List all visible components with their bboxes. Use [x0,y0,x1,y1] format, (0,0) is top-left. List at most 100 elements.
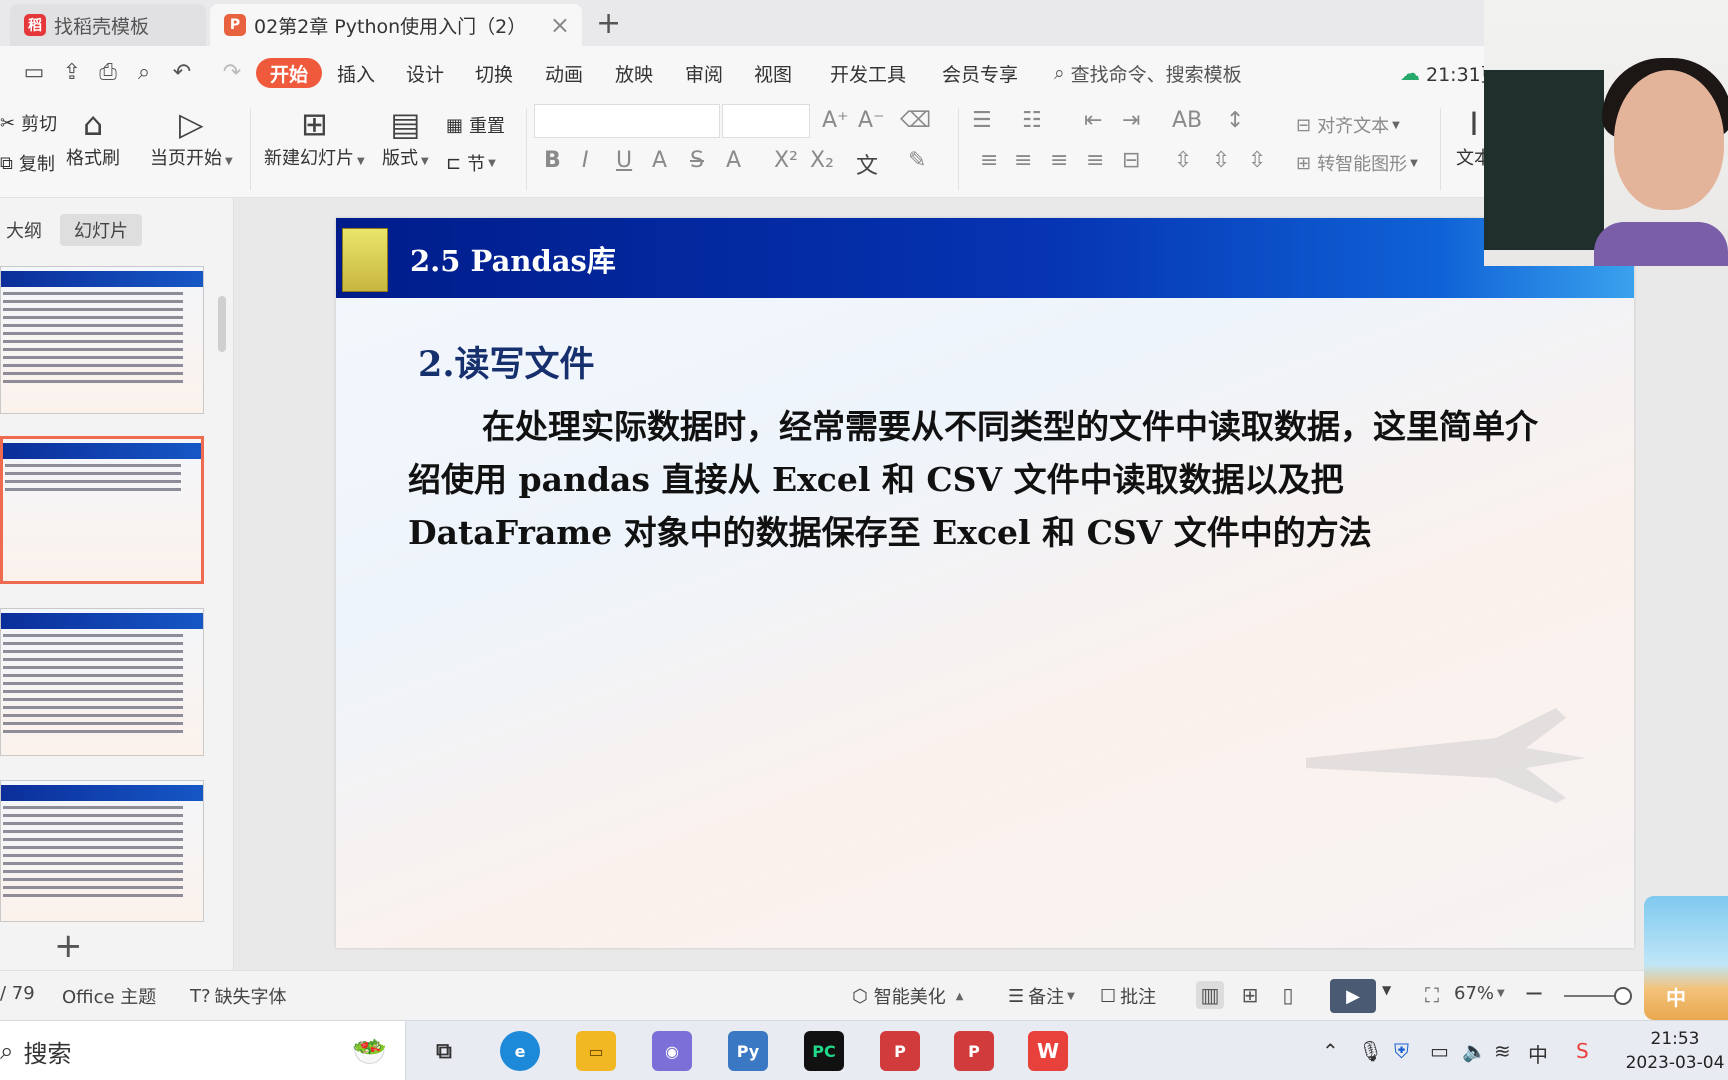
zoom-out-icon[interactable]: − [1524,979,1544,1007]
redo-icon[interactable]: ↷ [218,58,246,86]
task-view-icon[interactable]: ⧉ [424,1031,464,1071]
menu-slideshow[interactable]: 放映 [615,58,653,88]
theme-name[interactable]: Office 主题 [62,983,156,1009]
zoom-slider-handle[interactable] [1614,987,1632,1005]
slide-thumbnail[interactable] [0,608,204,756]
play-from-current-button[interactable]: ▷ 当页开始 ▼ [150,104,233,170]
increase-font-icon[interactable]: A⁺ [822,108,849,133]
floating-widget-image[interactable]: 中 [1644,896,1728,1020]
shield-icon[interactable]: ⛨ [1394,1039,1409,1063]
underline-icon[interactable]: U [616,148,632,173]
wps-tray-icon[interactable]: S [1576,1039,1589,1063]
reset-button[interactable]: ▦ 重置 [446,112,505,138]
font-family-select[interactable] [534,104,720,138]
bold-icon[interactable]: B [544,148,561,173]
cut-button[interactable]: ✂ 剪切 [0,110,57,136]
sort-icon[interactable]: ↕ [1226,108,1244,133]
slide[interactable]: 2.5 Pandas库 2.读写文件 在处理实际数据时，经常需要从不同类型的文件… [336,218,1634,948]
font-effect-icon[interactable]: A [652,148,667,173]
ime-indicator[interactable]: 中 [1528,1039,1548,1068]
normal-view-icon[interactable]: ▥ [1196,981,1224,1009]
italic-icon[interactable]: I [582,148,589,173]
screen-recorder-icon[interactable]: ◉ [652,1031,692,1071]
slide-thumbnail[interactable] [0,780,204,922]
font-size-select[interactable] [722,104,810,138]
wps-pdf-icon[interactable]: P [880,1031,920,1071]
menu-home[interactable]: 开始 [256,58,323,88]
align-left-icon[interactable]: ≡ [980,148,998,173]
pycharm-icon[interactable]: PC [804,1031,844,1071]
wifi-icon[interactable]: ≋ [1494,1039,1511,1063]
slide-thumbnail-selected[interactable] [0,436,204,584]
python-icon[interactable]: Py [728,1031,768,1071]
file-explorer-icon[interactable]: ▭ [576,1031,616,1071]
print-preview-icon[interactable]: ⌕ [130,58,158,86]
tab-docer-templates[interactable]: 稻 找稻壳模板 [10,4,206,46]
chevron-up-icon[interactable]: ⌃ [1322,1039,1339,1063]
menu-member[interactable]: 会员专享 [942,58,1018,88]
command-search[interactable]: ⌕ 查找命令、搜索模板 [1054,58,1242,88]
zoom-level[interactable]: 67% ▼ [1454,983,1505,1004]
layout-button[interactable]: ▤ 版式 ▼ [382,104,429,170]
decrease-font-icon[interactable]: A⁻ [858,108,885,133]
text-direction-icon[interactable]: AB [1172,108,1202,133]
menu-animation[interactable]: 动画 [545,58,583,88]
missing-font-button[interactable]: T? 缺失字体 [190,983,287,1009]
taskbar-clock[interactable]: 21:53 2023-03-04 [1622,1027,1728,1075]
smart-art-button[interactable]: ⊞ 转智能图形 ▼ [1296,150,1418,176]
slide-thumbnail[interactable] [0,266,204,414]
align-center-icon[interactable]: ≡ [1014,148,1032,173]
align-right-icon[interactable]: ≡ [1050,148,1068,173]
export-icon[interactable]: ⇪ [58,58,86,86]
fit-window-icon[interactable]: ⛶ [1418,981,1446,1009]
distribute-icon[interactable]: ⊟ [1122,148,1140,173]
strikethrough-icon[interactable]: S [690,148,704,173]
menu-transition[interactable]: 切换 [475,58,513,88]
menu-review[interactable]: 审阅 [685,58,723,88]
play-slideshow-button[interactable]: ▶ [1330,979,1376,1013]
edge-icon[interactable]: e [500,1031,540,1071]
undo-icon[interactable]: ↶ [168,58,196,86]
align-text-button[interactable]: ⊟ 对齐文本 ▼ [1296,112,1400,138]
slide-sorter-icon[interactable]: ⊞ [1236,981,1264,1009]
print-icon[interactable]: ⎙ [94,58,122,86]
new-tab-button[interactable]: + [596,6,621,41]
menu-view[interactable]: 视图 [754,58,792,88]
spacing-options-icon[interactable]: ⇳ [1248,148,1266,173]
beautify-button[interactable]: ⬡ 智能美化 ▲ [852,983,963,1009]
panel-scrollbar[interactable] [218,296,226,352]
section-button[interactable]: ⊏ 节 ▼ [446,150,496,176]
microphone-icon[interactable]: 🎙 [1358,1039,1383,1063]
speaker-icon[interactable]: 🔈 [1462,1039,1487,1063]
wps-pdf-icon[interactable]: P [954,1031,994,1071]
font-color-icon[interactable]: A [726,148,741,173]
menu-developer[interactable]: 开发工具 [830,58,906,88]
format-painter-button[interactable]: ⌂ 格式刷 [66,104,120,170]
copy-button[interactable]: ⧉ 复制 [0,150,55,176]
clear-format-icon[interactable]: ⌫ [900,108,931,133]
menu-insert[interactable]: 插入 [337,58,375,88]
bullet-list-icon[interactable]: ☰ [972,108,992,133]
notes-button[interactable]: ☰ 备注 ▼ [1008,983,1075,1009]
tab-outline[interactable]: 大纲 [0,214,56,246]
justify-icon[interactable]: ≡ [1086,148,1104,173]
new-slide-button[interactable]: ⊞ 新建幻灯片 ▼ [264,104,365,170]
play-options-chevron-icon[interactable]: ▼ [1382,983,1391,997]
tab-slides[interactable]: 幻灯片 [60,214,142,246]
line-spacing-icon[interactable]: ⇳ [1174,148,1192,173]
phonetic-guide-icon[interactable]: 文 [856,148,878,180]
comments-button[interactable]: ☐ 批注 [1100,983,1156,1009]
menu-design[interactable]: 设计 [406,58,444,88]
numbered-list-icon[interactable]: ☷ [1022,108,1042,133]
reading-view-icon[interactable]: ▯ [1274,981,1302,1009]
tab-presentation[interactable]: P 02第2章 Python使用入门（2） × [210,4,582,46]
battery-icon[interactable]: ▭ [1430,1039,1449,1063]
superscript-icon[interactable]: X² [774,148,798,173]
subscript-icon[interactable]: X₂ [810,148,834,173]
increase-indent-icon[interactable]: ⇥ [1122,108,1140,133]
add-slide-button[interactable]: + [54,926,83,966]
decrease-indent-icon[interactable]: ⇤ [1084,108,1102,133]
highlight-icon[interactable]: ✎ [908,148,926,173]
taskbar-search[interactable]: ⌕ 搜索 🥗 [0,1021,406,1080]
paragraph-spacing-icon[interactable]: ⇳ [1212,148,1230,173]
